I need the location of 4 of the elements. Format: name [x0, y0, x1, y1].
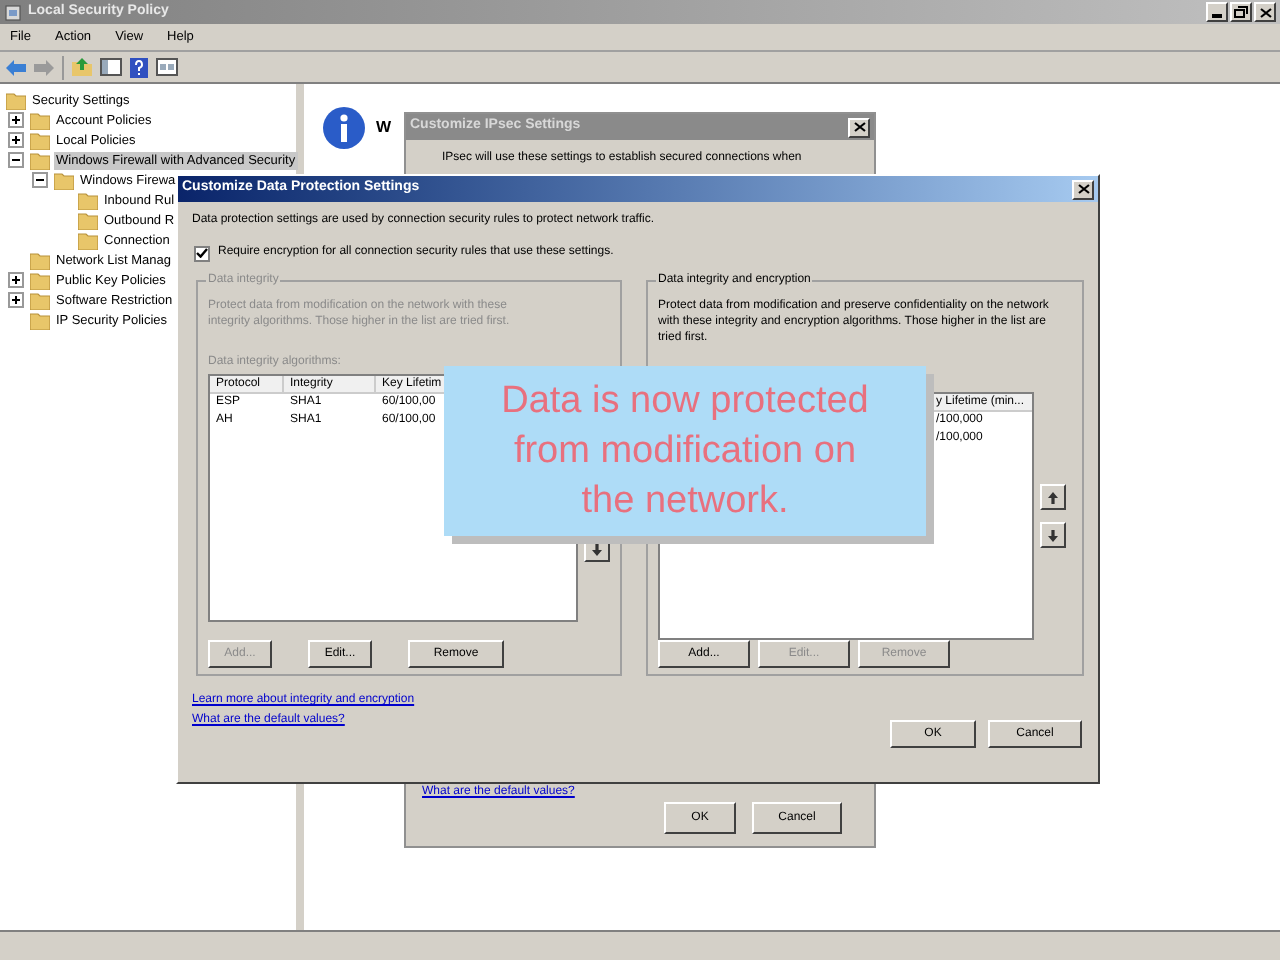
callout-text: Data is now protected: [501, 378, 869, 426]
details-heading: W: [376, 116, 392, 140]
callout-text: the network.: [581, 478, 789, 526]
callout-text: from modification on: [513, 428, 857, 476]
